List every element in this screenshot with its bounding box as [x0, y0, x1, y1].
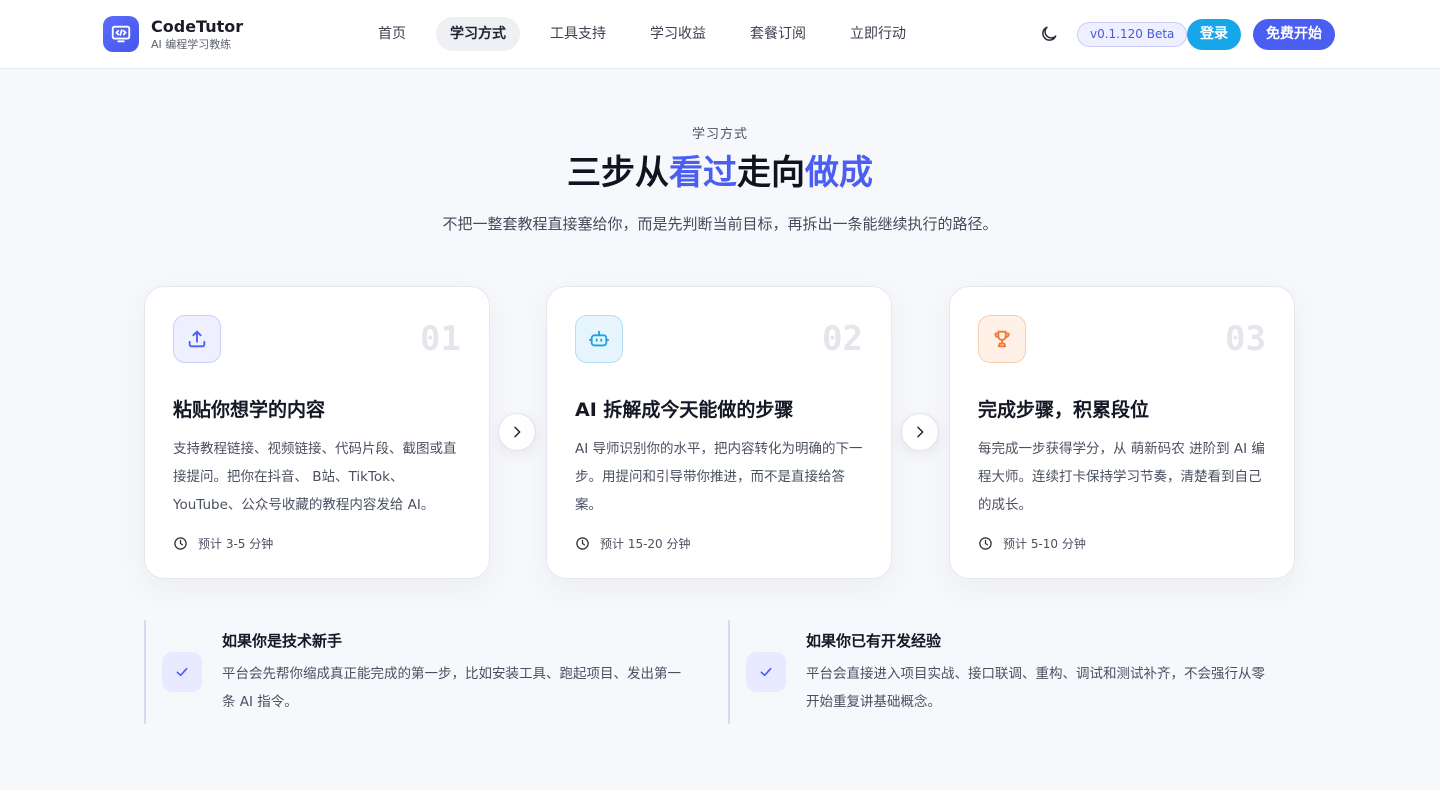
step-description: 支持教程链接、视频链接、代码片段、截图或直接提问。把你在抖音、 B站、TikTo… — [173, 441, 457, 513]
title-part-1: 三步从 — [567, 153, 669, 193]
nav-item-take-action[interactable]: 立即行动 — [836, 17, 920, 51]
tip-title: 如果你是技术新手 — [222, 632, 343, 650]
version-badge: v0.1.120 Beta — [1077, 22, 1188, 47]
main-nav: 首页 学习方式 工具支持 学习收益 套餐订阅 立即行动 — [364, 17, 936, 51]
step-card-1: 01 粘贴你想学的内容 支持教程链接、视频链接、代码片段、截图或直接提问。把你在… — [144, 286, 490, 579]
step-description: AI 导师识别你的水平，把内容转化为明确的下一步。用提问和引导带你推进，而不是直… — [575, 441, 863, 513]
step-card-2: 02 AI 拆解成今天能做的步骤 AI 导师识别你的水平，把内容转化为明确的下一… — [546, 286, 892, 579]
title-highlight-2: 做成 — [805, 153, 873, 193]
next-step-arrow-button[interactable] — [498, 413, 536, 451]
section-subtitle: 不把一整套教程直接塞给你，而是先判断当前目标，再拆出一条能继续执行的路径。 — [442, 215, 998, 233]
code-logo-icon — [103, 16, 139, 52]
chevron-right-icon — [514, 426, 521, 438]
step-title: 粘贴你想学的内容 — [173, 399, 326, 421]
brand[interactable]: CodeTutor AI 编程学习教练 — [103, 16, 243, 52]
section-title: 三步从看过走向做成 — [0, 150, 1440, 196]
title-part-2: 走向 — [737, 153, 805, 193]
step-title: 完成步骤，积累段位 — [978, 399, 1150, 421]
step-number: 02 — [822, 319, 863, 359]
step-card-3: 03 完成步骤，积累段位 每完成一步获得学分，从 萌新码农 进阶到 AI 编程大… — [949, 286, 1295, 579]
clock-icon — [576, 537, 589, 550]
nav-item-learning-method[interactable]: 学习方式 — [436, 17, 520, 51]
tip-experienced: 如果你已有开发经验 平台会直接进入项目实战、接口联调、重构、调试和测试补齐，不会… — [728, 620, 1288, 724]
brand-name: CodeTutor — [151, 16, 244, 36]
brand-tagline: AI 编程学习教练 — [151, 37, 232, 51]
step-description: 每完成一步获得学分，从 萌新码农 进阶到 AI 编程大师。连续打卡保持学习节奏，… — [978, 441, 1265, 513]
clock-icon — [174, 537, 187, 550]
chevron-right-icon — [917, 426, 924, 438]
step-time: 预计 15-20 分钟 — [575, 535, 691, 552]
tip-description: 平台会先帮你缩成真正能完成的第一步，比如安装工具、跑起项目、发出第一条 AI 指… — [222, 666, 681, 710]
nav-item-home[interactable]: 首页 — [364, 17, 420, 51]
step-time-label: 预计 3-5 分钟 — [198, 537, 274, 551]
top-header: CodeTutor AI 编程学习教练 首页 学习方式 工具支持 学习收益 套餐… — [0, 0, 1440, 69]
next-step-arrow-button[interactable] — [901, 413, 939, 451]
robot-icon — [575, 315, 623, 363]
nav-item-subscription[interactable]: 套餐订阅 — [736, 17, 820, 51]
tip-beginner: 如果你是技术新手 平台会先帮你缩成真正能完成的第一步，比如安装工具、跑起项目、发… — [144, 620, 704, 724]
step-time: 预计 3-5 分钟 — [173, 535, 273, 552]
nav-item-tool-support[interactable]: 工具支持 — [536, 17, 620, 51]
step-time-label: 预计 15-20 分钟 — [600, 537, 691, 551]
trophy-icon — [978, 315, 1026, 363]
clock-icon — [979, 537, 992, 550]
step-number: 01 — [420, 319, 461, 359]
tip-title: 如果你已有开发经验 — [806, 632, 942, 650]
free-start-button[interactable]: 免费开始 — [1253, 19, 1335, 50]
upload-icon — [173, 315, 221, 363]
login-button[interactable]: 登录 — [1187, 19, 1241, 50]
tip-description: 平台会直接进入项目实战、接口联调、重构、调试和测试补齐，不会强行从零开始重复讲基… — [806, 666, 1265, 710]
section-eyebrow: 学习方式 — [691, 127, 748, 142]
step-number: 03 — [1225, 319, 1266, 359]
check-icon — [162, 652, 202, 692]
moon-icon[interactable] — [1039, 24, 1059, 44]
title-highlight-1: 看过 — [669, 153, 737, 193]
step-time-label: 预计 5-10 分钟 — [1003, 537, 1086, 551]
nav-item-learning-benefits[interactable]: 学习收益 — [636, 17, 720, 51]
check-icon — [746, 652, 786, 692]
step-title: AI 拆解成今天能做的步骤 — [575, 399, 794, 421]
step-time: 预计 5-10 分钟 — [978, 535, 1086, 552]
